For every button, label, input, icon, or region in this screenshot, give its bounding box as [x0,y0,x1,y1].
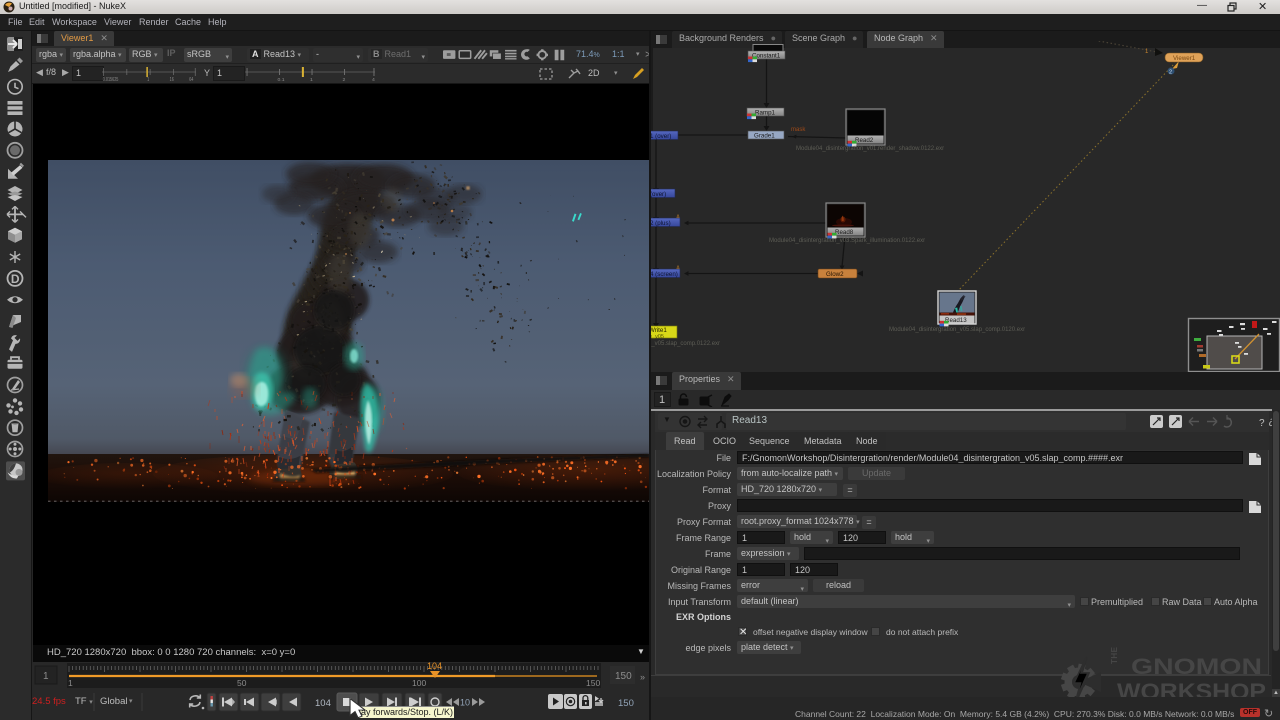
svg-text:150: 150 [615,671,632,682]
svg-text:4 (screen): 4 (screen) [651,271,678,278]
svg-text:Glow2: Glow2 [826,271,844,278]
svg-text:150: 150 [618,698,634,709]
svg-text:THE: THE [1110,646,1119,664]
svg-text:e_v05.slap_comp.0122.exr: e_v05.slap_comp.0122.exr [651,341,720,347]
svg-text:104: 104 [427,662,442,671]
svg-text:»: » [640,672,645,682]
svg-text:Write1: Write1 [651,327,667,334]
svg-text:1: 1 [68,678,73,688]
svg-text:GNOMON: GNOMON [1131,654,1262,679]
svg-text:Module04_disintergration_v01.r: Module04_disintergration_v01.render_shad… [796,146,944,152]
svg-text:1: 1 [147,76,150,82]
svg-text:2: 2 [1169,70,1172,76]
svg-text:(over): (over) [651,191,666,198]
svg-text:Read2: Read2 [855,137,874,144]
svg-text:104: 104 [315,698,331,709]
svg-text:4: 4 [372,77,375,82]
svg-text:150: 150 [586,678,600,688]
svg-text:16: 16 [170,76,175,82]
svg-text:e_v05: e_v05 [651,334,664,340]
svg-text:Read8: Read8 [835,229,854,236]
svg-text:Ramp1: Ramp1 [755,110,776,117]
svg-text:D: D [11,272,20,286]
svg-text:100: 100 [412,678,426,688]
svg-text:50: 50 [237,678,247,688]
svg-text:2 (plus): 2 (plus) [651,220,671,227]
svg-text:64: 64 [189,76,194,82]
svg-text:0.015625: 0.015625 [103,76,119,82]
svg-text:?: ? [1259,418,1265,429]
svg-text:Module04_disintergration_v03.S: Module04_disintergration_v03.Spark_illum… [769,238,925,244]
svg-text:Viewer1: Viewer1 [1173,55,1196,62]
svg-text:mask: mask [791,127,806,133]
svg-text:2: 2 [343,77,346,82]
svg-text:10: 10 [460,698,470,708]
svg-text:Grade1: Grade1 [754,133,775,140]
svg-text:0.1: 0.1 [278,77,285,82]
svg-text:1: 1 [310,77,313,82]
svg-text:1: 1 [43,671,49,682]
svg-text:Module04_disintergration_v05.s: Module04_disintergration_v05.slap_comp.0… [889,327,1025,333]
svg-text:1 (over): 1 (over) [651,133,671,140]
